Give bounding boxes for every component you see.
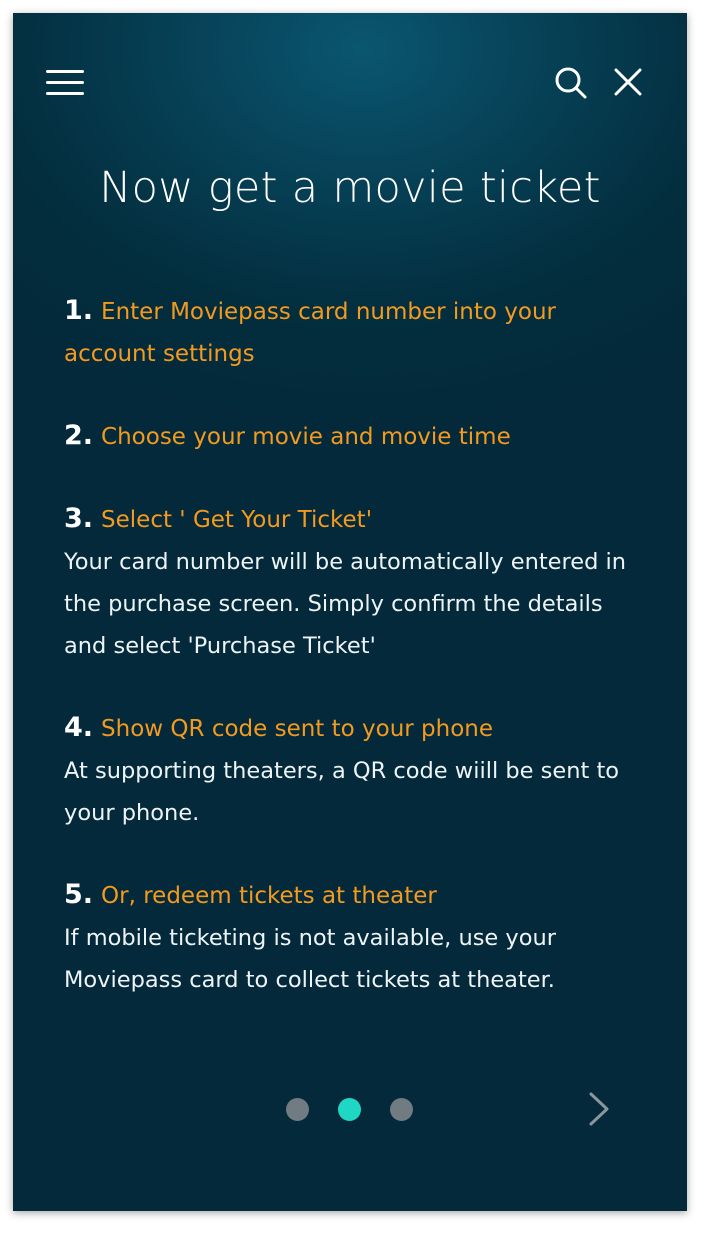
step-5: 5. Or, redeem tickets at theater If mobil… <box>64 874 647 1001</box>
step-heading: Enter Moviepass card number into your ac… <box>64 299 556 367</box>
step-1: 1. Enter Moviepass card number into your … <box>64 290 647 375</box>
step-heading: Select ' Get Your Ticket' <box>101 507 373 533</box>
top-bar <box>13 13 687 143</box>
menu-icon[interactable] <box>46 68 86 98</box>
page-dot[interactable] <box>285 1098 309 1121</box>
step-2: 2. Choose your movie and movie time <box>64 415 647 458</box>
steps-list: 1. Enter Moviepass card number into your … <box>64 290 647 1041</box>
step-number: 4. <box>64 712 94 743</box>
step-number: 5. <box>64 879 94 910</box>
step-heading: Show QR code sent to your phone <box>101 716 494 742</box>
page-dot[interactable] <box>389 1098 413 1121</box>
page-dot-active[interactable] <box>337 1098 361 1121</box>
step-number: 1. <box>64 295 94 326</box>
step-description: If mobile ticketing is not available, us… <box>64 925 557 993</box>
step-description: At supporting theaters, a QR code wiill … <box>64 758 620 826</box>
onboarding-screen: Now get a movie ticket 1. Enter Moviepass… <box>13 13 687 1211</box>
step-3: 3. Select ' Get Your Ticket' Your card nu… <box>64 498 647 667</box>
step-heading: Choose your movie and movie time <box>101 424 511 450</box>
step-number: 3. <box>64 503 94 534</box>
search-icon[interactable] <box>553 65 589 101</box>
step-heading: Or, redeem tickets at theater <box>101 883 437 909</box>
page-title: Now get a movie ticket <box>99 163 601 213</box>
close-icon[interactable] <box>611 65 645 99</box>
step-number: 2. <box>64 420 94 451</box>
chevron-right-icon[interactable] <box>585 1089 615 1129</box>
step-4: 4. Show QR code sent to your phone At sup… <box>64 707 647 834</box>
step-description: Your card number will be automatically e… <box>64 549 627 659</box>
